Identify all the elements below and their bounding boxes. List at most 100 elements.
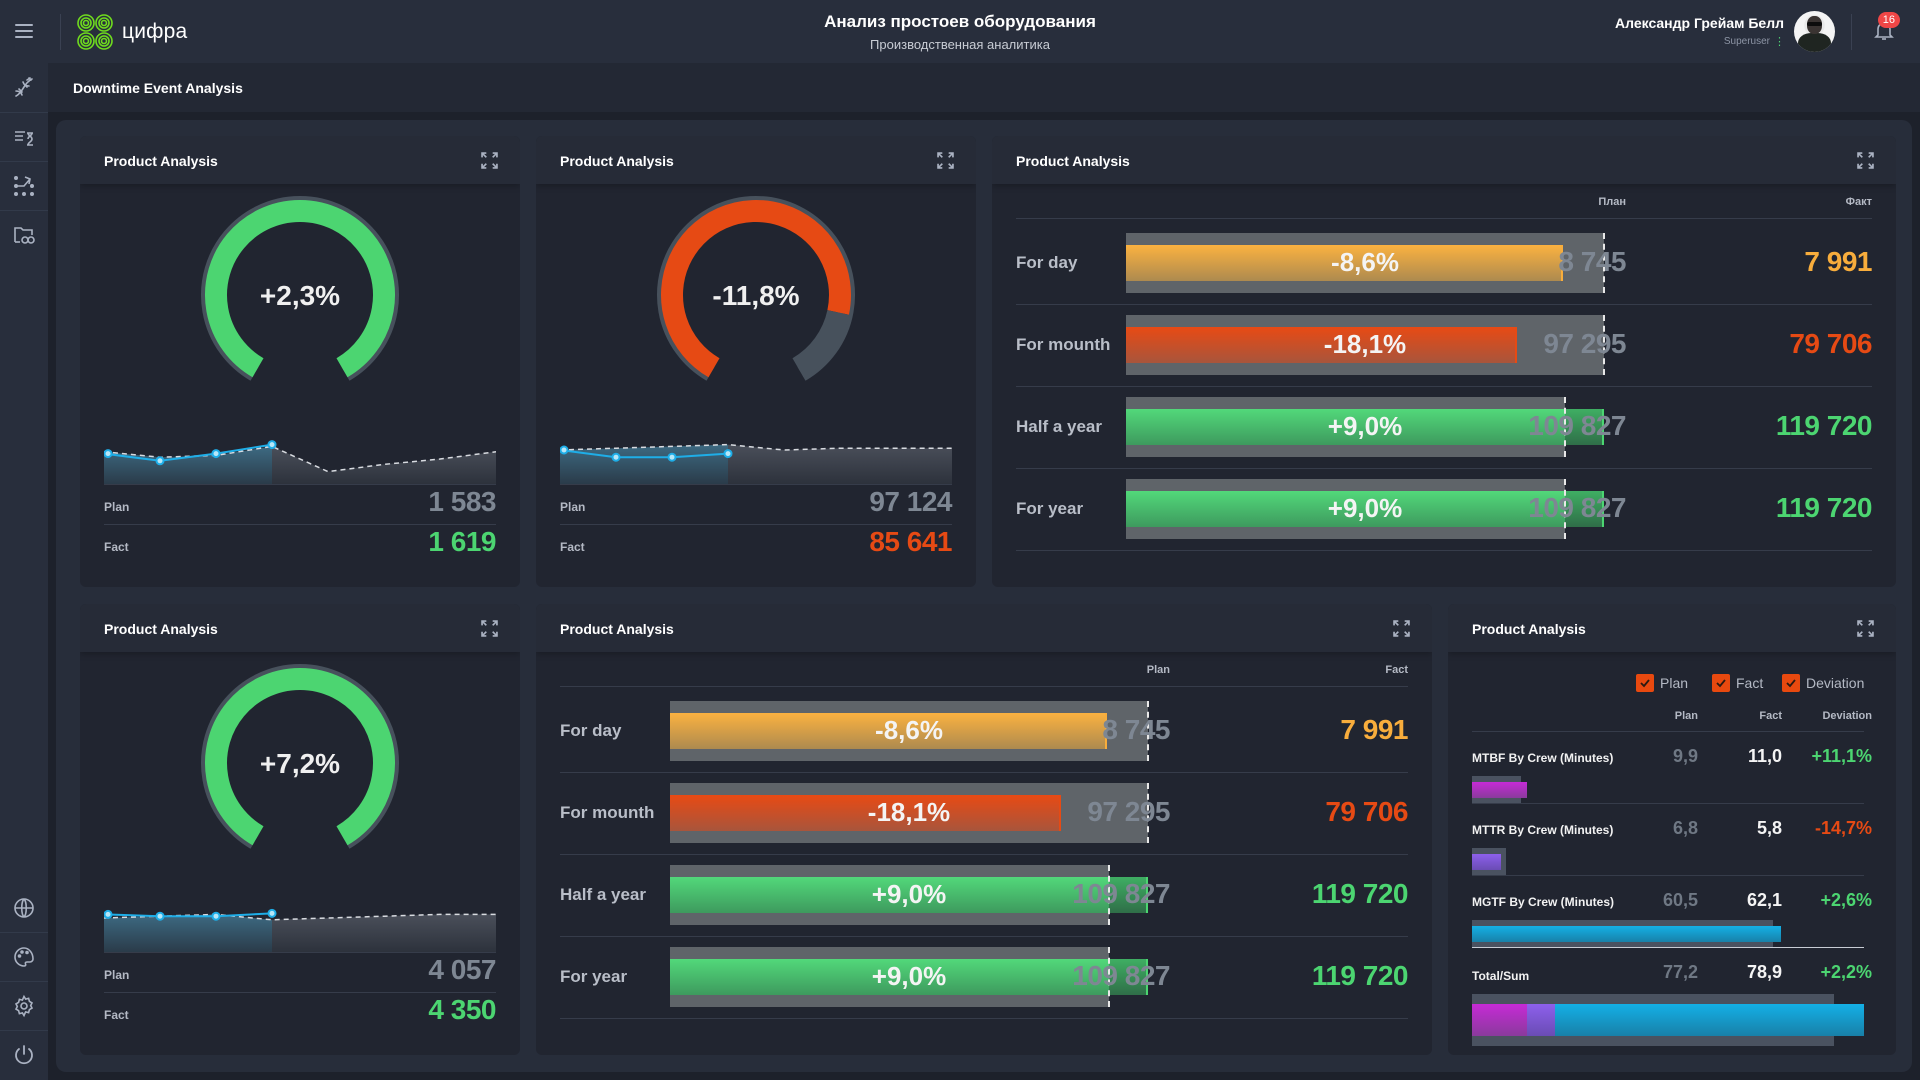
fact-value: 1 619 <box>428 526 496 557</box>
sidebar-item-downtime[interactable] <box>0 113 48 161</box>
bar-row[interactable]: For day -8,6% 8 745 7 991 <box>992 222 1896 304</box>
expand-icon[interactable] <box>1857 620 1874 637</box>
plan-value: 109 827 <box>1528 492 1626 523</box>
sparkline-point[interactable] <box>211 449 221 459</box>
expand-icon[interactable] <box>937 152 954 169</box>
plan-label: Plan <box>104 500 130 514</box>
fact-value: 79 706 <box>1325 796 1408 827</box>
fact-value: 62,1 <box>1746 890 1782 910</box>
plan-value: 109 827 <box>1072 878 1170 909</box>
fact-value: 5,8 <box>1756 818 1782 838</box>
sparkline-point[interactable] <box>267 908 277 918</box>
expand-icon[interactable] <box>1857 152 1874 169</box>
fact-value: 7 991 <box>1804 246 1872 277</box>
sidebar-item-analysis[interactable] <box>0 64 48 112</box>
sparkline-point[interactable] <box>155 911 165 921</box>
card-header: Product Analysis <box>1448 604 1896 652</box>
checkbox-fact[interactable]: Fact <box>1712 674 1763 692</box>
sparkline-area-forecast <box>272 914 496 953</box>
row-label: For year <box>1016 499 1084 518</box>
checkbox-checked-icon[interactable] <box>1712 674 1730 692</box>
checkbox-plan[interactable]: Plan <box>1636 674 1688 692</box>
column-header: Deviation <box>1822 710 1872 722</box>
plan-fact-bar-card: Product Analysis План Факт For day -8,6% 8 74… <box>992 136 1896 587</box>
checkbox-checked-icon[interactable] <box>1782 674 1800 692</box>
total-fact-value: 78,9 <box>1746 962 1782 982</box>
sidebar-item-settings[interactable] <box>0 982 48 1030</box>
bar-row[interactable]: For year +9,0% 109 827 119 720 <box>536 936 1432 1018</box>
crew-row[interactable]: MTTR By Crew (Minutes) 6,8 5,8 -14,7% <box>1448 804 1896 876</box>
bar-row[interactable]: Half a year +9,0% 109 827 119 720 <box>536 854 1432 936</box>
card-title: Product Analysis <box>560 621 674 637</box>
bar-row[interactable]: For mounth -18,1% 97 295 79 706 <box>992 304 1896 386</box>
plan-value: 60,5 <box>1662 890 1698 910</box>
page-title-bar: Downtime Event Analysis <box>48 63 1920 112</box>
sparkline-point[interactable] <box>667 452 677 462</box>
plan-value: 8 745 <box>1558 246 1626 277</box>
sparkline-point[interactable] <box>611 452 621 462</box>
user-role-text: Superuser <box>1723 36 1770 47</box>
column-header-plan: План <box>1598 196 1626 208</box>
expand-icon[interactable] <box>1393 620 1410 637</box>
fact-label: Fact <box>560 540 585 554</box>
card-header: Product Analysis <box>536 604 1432 652</box>
row-label: Half a year <box>1016 417 1102 436</box>
card-title: Product Analysis <box>1472 621 1586 637</box>
column-header-plan: Plan <box>1146 664 1170 676</box>
page-title: Downtime Event Analysis <box>73 80 243 96</box>
sidebar-item-logout[interactable] <box>0 1031 48 1079</box>
checkbox-checked-icon[interactable] <box>1636 674 1654 692</box>
sparkline-point[interactable] <box>104 449 113 459</box>
sparkline-point[interactable] <box>723 449 733 459</box>
checkbox-deviation[interactable]: Deviation <box>1782 674 1864 692</box>
sparkline-area-actual <box>104 914 272 953</box>
user-name[interactable]: Александр Грейам Белл <box>1615 15 1784 31</box>
sparkline-point[interactable] <box>560 445 569 455</box>
sparkline-area-forecast <box>728 444 952 485</box>
plan-value: 97 295 <box>1087 796 1170 827</box>
crew-row[interactable]: MTBF By Crew (Minutes) 9,9 11,0 +11,1% <box>1448 732 1896 804</box>
row-label: For day <box>560 721 622 740</box>
kebab-menu-icon[interactable]: ⋮ <box>1774 36 1785 47</box>
fact-value: 119 720 <box>1311 878 1409 909</box>
total-row[interactable]: Total/Sum 77,2 78,9 +2,2% <box>1448 948 1896 1048</box>
menu-button[interactable] <box>0 7 48 55</box>
user-role[interactable]: Superuser ⋮ <box>1723 36 1785 47</box>
expand-icon[interactable] <box>481 152 498 169</box>
plan-label: Plan <box>104 968 130 982</box>
sparkline-area-actual <box>104 446 272 485</box>
sidebar-item-workflow[interactable] <box>0 162 48 210</box>
list-hourglass-icon <box>15 131 33 146</box>
plan-value: 4 057 <box>428 954 496 985</box>
sparkline-area-forecast <box>272 446 496 485</box>
fact-value: 119 720 <box>1775 492 1873 523</box>
sparkline-point[interactable] <box>211 911 221 921</box>
sidebar-item-theme[interactable] <box>0 933 48 981</box>
divider <box>104 952 496 953</box>
app-subtitle: Производственная аналитика <box>870 37 1050 52</box>
sparkline-point[interactable] <box>104 909 113 919</box>
bar-row[interactable]: Half a year +9,0% 109 827 119 720 <box>992 386 1896 468</box>
divider <box>104 524 496 525</box>
divider <box>104 484 496 485</box>
sparkline-chart <box>104 908 496 953</box>
sparkline-point[interactable] <box>267 440 277 450</box>
globe-icon <box>14 898 34 918</box>
deviation-value: +2,6% <box>1820 890 1872 910</box>
sidebar-item-language[interactable] <box>0 884 48 932</box>
sparkline-chart <box>104 440 496 485</box>
sidebar-item-folder[interactable] <box>0 211 48 259</box>
expand-icon[interactable] <box>481 620 498 637</box>
bar-row[interactable]: For year +9,0% 109 827 119 720 <box>992 468 1896 550</box>
plan-value: 109 827 <box>1072 960 1170 991</box>
fact-bar <box>1472 782 1527 798</box>
gauge-value: +7,2% <box>259 748 341 779</box>
column-header-fact: Fact <box>1385 664 1408 676</box>
crew-row[interactable]: MGTF By Crew (Minutes) 60,5 62,1 +2,6% <box>1448 876 1896 948</box>
bar-row[interactable]: For day -8,6% 8 745 7 991 <box>536 690 1432 772</box>
avatar[interactable] <box>1794 11 1835 52</box>
deviation-value: +11,1% <box>1811 746 1872 766</box>
fact-bar <box>1472 854 1501 870</box>
bar-row[interactable]: For mounth -18,1% 97 295 79 706 <box>536 772 1432 854</box>
sparkline-point[interactable] <box>155 456 165 466</box>
